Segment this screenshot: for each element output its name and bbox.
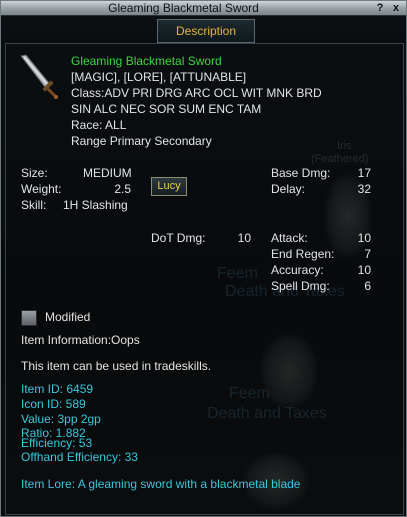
size-label: Size:: [21, 166, 48, 180]
accuracy-label: Accuracy:: [271, 263, 324, 277]
size-value: MEDIUM: [83, 166, 132, 180]
title-bar[interactable]: Gleaming Blackmetal Sword ? x: [1, 1, 406, 16]
background-name-sub-label-3: Death and Taxes: [207, 405, 327, 422]
item-name: Gleaming Blackmetal Sword: [71, 54, 222, 68]
item-range: Range Primary Secondary: [71, 134, 212, 148]
accuracy-value: 10: [357, 263, 371, 277]
item-classes-cont: SIN ALC NEC SOR SUM ENC TAM: [71, 102, 262, 116]
delay-label: Delay:: [271, 182, 306, 196]
item-classes: Class:ADV PRI DRG ARC OCL WIT MNK BRD: [71, 86, 322, 100]
window-title: Gleaming Blackmetal Sword: [108, 1, 259, 15]
background-name-label-3: Feem: [229, 385, 270, 402]
weight-label: Weight:: [21, 182, 62, 196]
attack-label: Attack:: [271, 231, 308, 245]
modified-checkbox[interactable]: [21, 310, 37, 326]
dot-dmg-label: DoT Dmg:: [151, 231, 206, 245]
tradeskills-text: This item can be used in tradeskills.: [21, 359, 212, 373]
dot-dmg-value: 10: [237, 231, 251, 245]
end-regen-label: End Regen:: [271, 247, 335, 261]
end-regen-value: 7: [364, 247, 371, 261]
help-button[interactable]: ?: [373, 1, 387, 15]
base-dmg-value: 17: [357, 166, 371, 180]
item-value: Value: 3pp 2gp: [21, 412, 101, 426]
lucy-button[interactable]: Lucy: [151, 177, 187, 196]
spell-dmg-label: Spell Dmg:: [271, 279, 330, 293]
item-lore: Item Lore: A gleaming sword with a black…: [21, 477, 301, 491]
item-id: Item ID: 6459: [21, 382, 94, 396]
item-efficiency: Efficiency: 53: [21, 436, 93, 450]
base-dmg-label: Base Dmg:: [271, 166, 331, 180]
weight-value: 2.5: [114, 182, 131, 196]
item-flags: [MAGIC], [LORE], [ATTUNABLE]: [71, 70, 247, 84]
offhand-efficiency: Offhand Efficiency: 33: [21, 450, 138, 464]
background-name-sub-label: (Feathered): [311, 153, 369, 165]
background-name-label-2: Feem: [217, 265, 258, 282]
close-button[interactable]: x: [389, 1, 403, 15]
icon-id: Icon ID: 589: [21, 397, 86, 411]
sword-icon: [20, 54, 58, 99]
delay-value: 32: [357, 182, 371, 196]
description-tab[interactable]: Description: [157, 19, 255, 43]
modified-label: Modified: [45, 310, 91, 324]
item-display-window: Gleaming Blackmetal Sword ? x Descriptio…: [0, 0, 407, 517]
skill-label: Skill:: [21, 198, 47, 212]
spell-dmg-value: 6: [364, 279, 371, 293]
background-name-label: Iris: [337, 140, 352, 152]
item-information: Item Information:Oops: [21, 333, 140, 347]
attack-value: 10: [357, 231, 371, 245]
item-race: Race: ALL: [71, 118, 127, 132]
skill-value: 1H Slashing: [63, 198, 128, 212]
